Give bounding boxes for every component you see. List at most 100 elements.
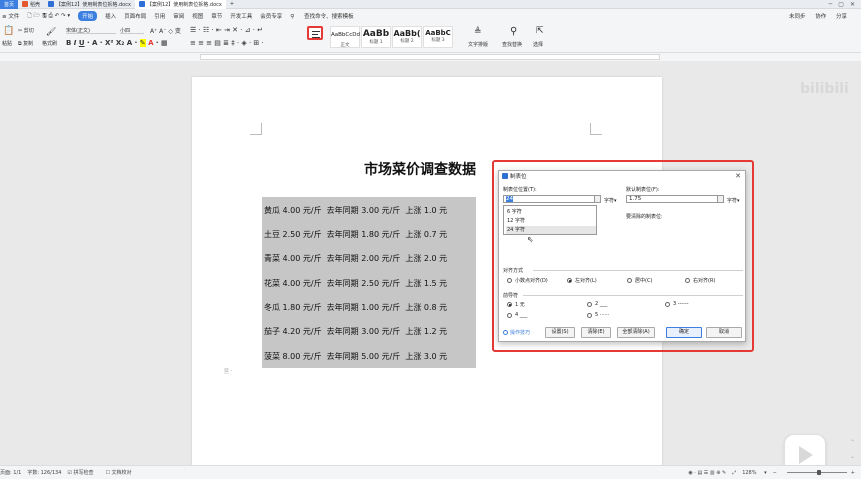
ok-button[interactable]: 确定: [666, 327, 702, 338]
doc-title[interactable]: 市场菜价调查数据: [364, 159, 476, 179]
maximize-icon[interactable]: ▢: [838, 1, 844, 8]
leader-dash-radio[interactable]: 3 ------: [665, 301, 689, 307]
text-layout-icon[interactable]: ≜: [474, 27, 482, 37]
tab-position-input[interactable]: 24: [503, 195, 595, 203]
align-center-radio[interactable]: 居中(C): [627, 277, 652, 284]
tab-position-spinner[interactable]: [595, 195, 601, 203]
doc-line[interactable]: 青菜 4.00 元/斤 去年同期 2.00 元/斤 上涨 2.0 元: [264, 253, 447, 264]
set-button[interactable]: 设置(S): [545, 327, 575, 338]
align-left-radio[interactable]: 左对齐(L): [567, 277, 597, 284]
clear-button[interactable]: 清除(E): [581, 327, 611, 338]
scroll-down-icon[interactable]: ⌄: [850, 453, 855, 460]
leader-none-radio[interactable]: 1 无: [507, 301, 525, 308]
menu-file[interactable]: ≡ 文件: [2, 12, 19, 20]
leader-underline-radio[interactable]: 2 ___: [587, 301, 607, 307]
doc-line[interactable]: 土豆 2.50 元/斤 去年同期 1.80 元/斤 上涨 0.7 元: [264, 229, 447, 240]
fit-width-icon[interactable]: ⤢: [732, 470, 736, 476]
menu-layout[interactable]: 页面布局: [124, 12, 146, 20]
font-size-select[interactable]: 小四: [120, 27, 144, 34]
dialog-close-icon[interactable]: ✕: [735, 172, 741, 180]
leader-underline-2-radio[interactable]: 4 ___: [507, 312, 527, 318]
paste-icon[interactable]: 📋: [3, 26, 14, 36]
text-layout-button[interactable]: 文字排版: [468, 41, 488, 48]
style-heading-1[interactable]: AaBb 标题 1: [361, 26, 391, 48]
mouse-cursor-icon: ⇖: [527, 235, 534, 244]
list-item[interactable]: 24 字符: [506, 226, 596, 234]
paragraph-handle-icon[interactable]: 🗎 ·: [224, 367, 233, 377]
zoom-out-button[interactable]: −: [773, 470, 777, 476]
list-item[interactable]: 6 字符: [506, 208, 596, 216]
doc-line[interactable]: 冬瓜 1.80 元/斤 去年同期 1.00 元/斤 上涨 0.8 元: [264, 302, 447, 313]
doc-line[interactable]: 菠菜 8.00 元/斤 去年同期 5.00 元/斤 上涨 3.0 元: [264, 351, 447, 362]
font-select[interactable]: 宋体(正文): [66, 27, 116, 34]
leader-dot-radio[interactable]: 5 ······: [587, 312, 609, 318]
sync-status[interactable]: 未同步 协作 分享: [789, 12, 855, 20]
style-heading-3[interactable]: AaBbC 标题 3: [423, 26, 453, 48]
quick-toolbar-icons[interactable]: 🗋 🗁 🖫 ⎙ ↶ ↷ ▾: [27, 12, 70, 21]
menu-reference[interactable]: 引用: [154, 12, 165, 20]
align-icons[interactable]: ≡ ≡ ≡ ▤ ≣ ‡ · ◈ · ⊞ ·: [190, 39, 264, 47]
align-decimal-radio[interactable]: 小数点对齐(D): [507, 277, 548, 284]
tab-home[interactable]: 首页: [0, 0, 19, 9]
list-item[interactable]: 12 字符: [506, 217, 596, 225]
new-tab-button[interactable]: +: [226, 0, 238, 9]
align-right-radio[interactable]: 右对齐(R): [685, 277, 715, 284]
format-painter-icon[interactable]: 🖌: [46, 27, 56, 36]
tab-stop-button[interactable]: [307, 26, 323, 40]
find-replace-button[interactable]: 查找替换: [502, 41, 522, 48]
menu-dev[interactable]: 开发工具: [230, 12, 252, 20]
cut-button[interactable]: ✂ 剪切: [18, 27, 34, 34]
zoom-slider[interactable]: [786, 470, 847, 475]
default-tab-unit[interactable]: 字符▾: [727, 197, 740, 204]
default-tab-input[interactable]: 1.75: [626, 195, 718, 203]
close-icon[interactable]: ✕: [850, 1, 855, 8]
tab-docer[interactable]: 稻壳: [18, 0, 44, 9]
ruler-scale[interactable]: [200, 54, 660, 60]
zoom-in-button[interactable]: +: [851, 470, 855, 476]
doc-line[interactable]: 花菜 4.00 元/斤 去年同期 2.50 元/斤 上涨 1.5 元: [264, 278, 447, 289]
clear-all-button[interactable]: 全部清除(A): [617, 327, 655, 338]
select-cursor-icon[interactable]: ⇱: [536, 26, 544, 36]
spell-check-button[interactable]: ☑ 拼写检查: [67, 469, 99, 476]
menu-member[interactable]: 会员专享: [260, 12, 282, 20]
menu-chapter[interactable]: 章节: [211, 12, 222, 20]
paste-button[interactable]: 粘贴: [2, 40, 12, 47]
tab-stops-dialog: 制表位 ✕ 制表位位置(T): 24 字符▾ 默认制表位(F): 1.75 字符…: [498, 170, 746, 342]
status-bar: 页面: 1/1 字数: 126/134 ☑ 拼写检查 ☐ 文档校对 ◉ · ▤ …: [0, 465, 861, 479]
zoom-slider-knob[interactable]: [816, 470, 821, 475]
word-count[interactable]: 字数: 126/134: [27, 469, 61, 476]
copy-button[interactable]: ⧉ 复制: [18, 40, 33, 47]
format-painter-button[interactable]: 格式刷: [42, 40, 57, 47]
minimize-icon[interactable]: ─: [829, 1, 833, 8]
alignment-label: 对齐方式: [503, 268, 524, 274]
title-bar: 首页 稻壳 【案例12】使用制表位拆格.docx 【案例12】使用制表位拆格.d…: [0, 0, 861, 9]
list-icons[interactable]: ☰ · ☷ · ⇤ ⇥ ✕ · ⊿ · ↵: [190, 26, 263, 34]
font-grow-shrink-icons[interactable]: A⁺ A⁻ ◇ 变: [150, 26, 181, 35]
tips-link[interactable]: 操作技巧: [503, 329, 530, 336]
cancel-button[interactable]: 取消: [706, 327, 742, 338]
scroll-up-icon[interactable]: ⌃: [850, 439, 855, 446]
font-format-icons[interactable]: B I U · A · X² X₂ A · ✎ A · ▦: [66, 39, 168, 47]
doc-line[interactable]: 黄瓜 4.00 元/斤 去年同期 3.00 元/斤 上涨 1.0 元: [264, 205, 447, 216]
proofread-button[interactable]: ☐ 文档校对: [105, 469, 137, 476]
menu-view[interactable]: 视图: [192, 12, 203, 20]
app-icon: [502, 173, 508, 179]
dialog-title-bar[interactable]: 制表位: [499, 171, 745, 181]
tab-doc-2[interactable]: 【案例12】使用制表位拆格.docx: [134, 0, 226, 9]
select-button[interactable]: 选择: [533, 41, 543, 48]
tab-stop-list[interactable]: 6 字符 12 字符 24 字符: [503, 205, 597, 235]
search-command[interactable]: ⚲ 查找命令、搜索模板: [290, 12, 361, 20]
menu-review[interactable]: 审阅: [173, 12, 184, 20]
doc-line[interactable]: 茄子 4.20 元/斤 去年同期 3.00 元/斤 上涨 1.2 元: [264, 326, 447, 337]
zoom-level[interactable]: 128% ▾: [742, 470, 766, 476]
style-heading-2[interactable]: AaBb(标题 2: [392, 26, 422, 48]
page-indicator[interactable]: 页面: 1/1: [0, 469, 21, 476]
find-icon[interactable]: ⚲: [510, 26, 517, 37]
style-normal[interactable]: AaBbCcDd 正文: [330, 26, 360, 48]
default-tab-spinner[interactable]: [718, 195, 724, 203]
tab-doc-1[interactable]: 【案例12】使用制表位拆格.docx: [44, 0, 135, 9]
view-mode-icons[interactable]: ◉ · ▤ ☰ ▥ ⊕ ✎: [688, 470, 726, 476]
menu-start[interactable]: 开始: [78, 11, 98, 21]
menu-insert[interactable]: 插入: [105, 12, 116, 20]
tab-position-unit[interactable]: 字符▾: [604, 197, 617, 204]
